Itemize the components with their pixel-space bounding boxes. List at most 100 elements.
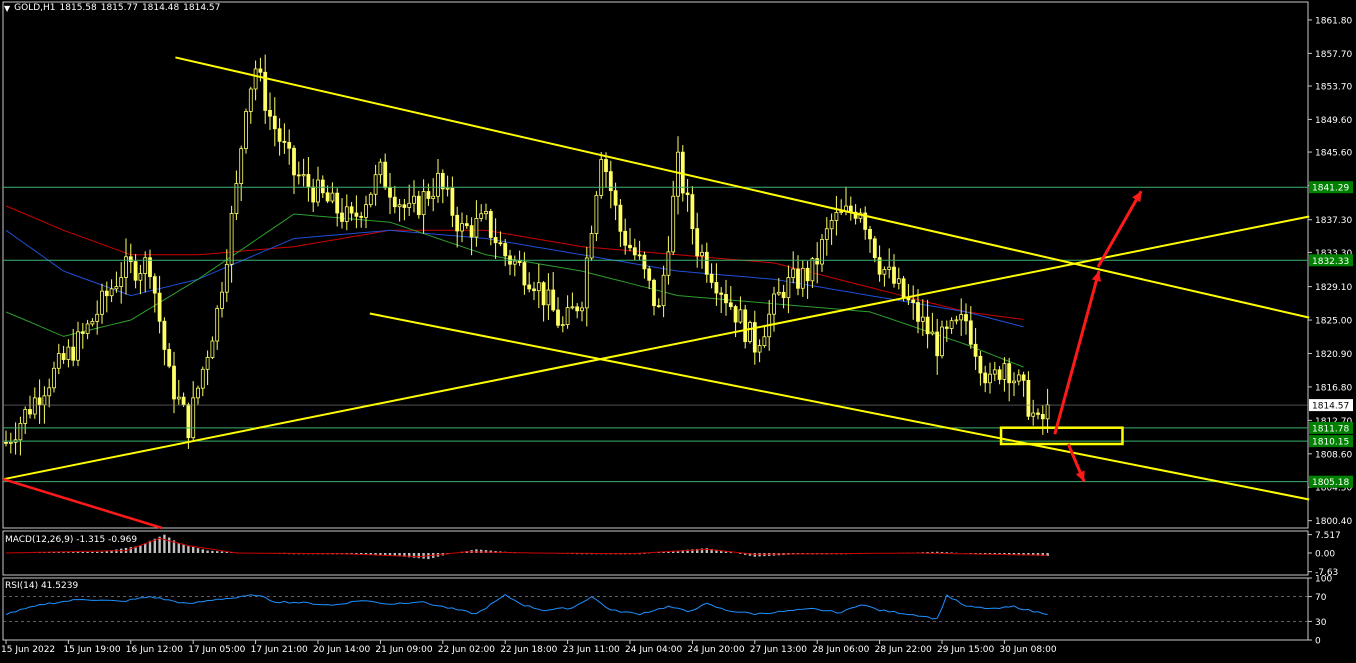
candle-body [541,282,546,306]
candle-body [839,211,844,213]
candle-body [431,195,436,199]
candle-body [157,292,162,322]
close-price: 1814.57 [183,3,221,13]
y-tick-label: 1837.30 [1315,216,1352,226]
candle-body [436,172,440,197]
candle-body [944,326,949,329]
candle-body [685,192,690,196]
chart-header: ▼ GOLD,H1 1815.58 1815.77 1814.48 1814.5… [4,3,220,14]
candle-body [580,307,584,312]
candle-body [368,193,373,206]
candle-body [791,268,796,278]
candle-body [440,172,445,190]
candle-body [940,326,944,357]
rsi-line [5,593,1048,620]
candle-body [37,397,42,406]
candle-body [901,278,906,298]
candle-body [311,186,316,203]
candle-body [560,324,565,326]
y-tick-label: 1861.80 [1315,16,1352,26]
candle-body [1040,413,1045,420]
candle-body [215,308,220,342]
candle-body [244,111,248,150]
candle-body [743,309,748,342]
candle-body [56,353,61,369]
candle-body [229,213,234,265]
chart-canvas[interactable]: 7.5170.00-7.63 10070300 1861.801857.7018… [0,0,1356,659]
candle-body [522,262,527,286]
candle-body [268,109,272,117]
candle-body [272,115,277,130]
candle-body [100,290,104,315]
candle-body [968,320,973,345]
candle-body [426,191,431,199]
candle-body [920,316,925,322]
x-tick-label: 20 Jun 14:00 [313,645,370,655]
y-tick-label: 1857.70 [1315,50,1352,60]
candle-body [973,343,978,357]
candle-body [167,349,172,367]
candle-body [815,258,820,265]
candle-body [762,336,767,346]
candle-body [498,242,503,245]
x-tick-label: 15 Jun 2022 [1,645,55,655]
candle-body [61,353,66,360]
candle-body [8,441,13,444]
candle-body [95,313,100,322]
candle-body [460,223,464,232]
main-chart-frame [2,1,1309,529]
candle-body [594,194,599,234]
candle-body [599,159,604,196]
candle-body [85,323,90,334]
candle-body [364,204,368,218]
candle-body [733,306,738,323]
candle-body [80,331,85,334]
y-tick-label: 1825.00 [1315,317,1352,327]
x-tick-label: 30 Jun 08:00 [999,645,1056,655]
candle-body [220,291,224,309]
candle-body [532,288,536,292]
candle-body [695,228,700,257]
x-tick-label: 15 Jun 19:00 [63,645,120,655]
candle-body [652,279,656,307]
level-price-label: 1810.15 [1312,438,1349,448]
candle-body [306,174,311,188]
bullish-arrow-shaft [1053,270,1101,435]
y-tick-label: 1849.60 [1315,116,1352,126]
candle-body [805,267,810,282]
x-tick-label: 16 Jun 12:00 [126,645,183,655]
candle-body [152,276,157,294]
candle-body [104,290,109,297]
rsi-indicator-label: RSI(14) 41.5239 [5,581,79,591]
candle-body [1021,374,1026,381]
candle-body [949,320,954,329]
candle-body [224,263,229,293]
x-tick-label: 17 Jun 21:00 [251,645,308,655]
candle-body [992,369,997,375]
trading-chart[interactable]: 7.517 0.00 -7.63 100 70 30 0 1861.80 1857.70 18… [0,0,1356,659]
candle-body [647,268,652,281]
candle-body [868,228,872,240]
candle-body [335,192,340,214]
candle-body [959,314,964,321]
candle-body [469,225,474,238]
candle-body [608,171,613,192]
candle-body [172,365,176,400]
x-tick-label: 22 Jun 18:00 [500,645,557,655]
candle-body [445,187,450,190]
rsi-panel-frame [2,577,1309,641]
candle-body [810,258,815,282]
chart-menu-icon[interactable]: ▼ [4,3,10,14]
candle-body [757,345,762,353]
candle-body [983,372,988,384]
candle-body [76,331,80,361]
candle-body [373,174,378,195]
candle-body [709,273,714,283]
candle-body [402,204,407,208]
x-tick-label: 22 Jun 02:00 [438,645,495,655]
candle-body [66,346,71,360]
rsi-y-tick-label: 30 [1315,618,1327,628]
candle-body [277,128,282,142]
candle-body [565,307,570,325]
candle-body [748,322,752,342]
